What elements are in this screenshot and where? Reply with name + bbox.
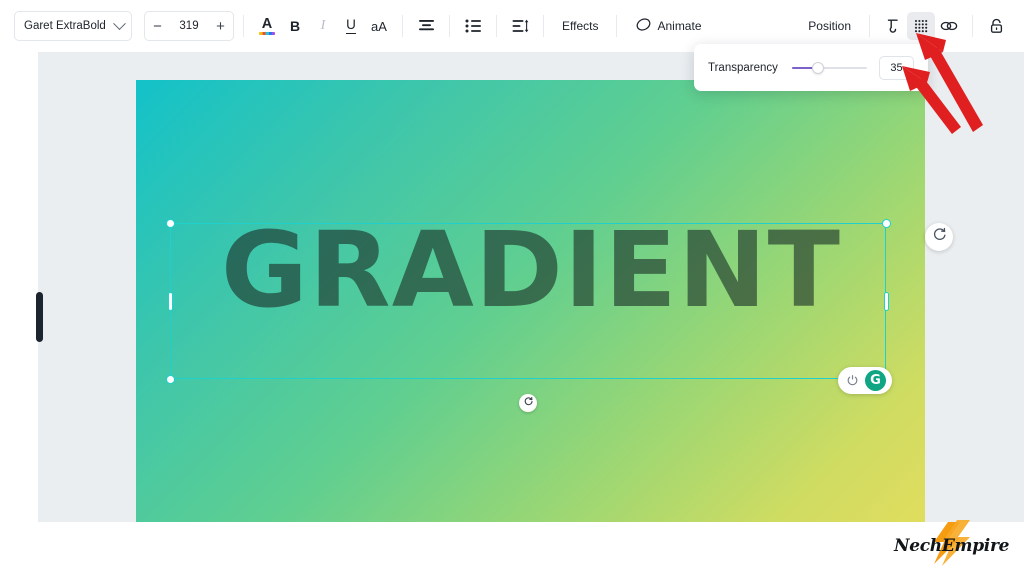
lock-icon xyxy=(989,18,1004,34)
position-button[interactable]: Position xyxy=(799,11,860,41)
text-color-letter: A xyxy=(261,16,273,33)
text-color-button[interactable]: A xyxy=(253,12,281,40)
canva-editor-window: Garet ExtraBold − 319 + A B I U aA Effec… xyxy=(0,0,1024,576)
line-spacing-icon xyxy=(512,19,529,33)
toolbar-left-group: Garet ExtraBold − 319 + A B I U aA Effec… xyxy=(14,11,712,41)
panel-collapse-handle[interactable] xyxy=(36,292,43,342)
move-handle-icon xyxy=(523,394,534,412)
underline-button[interactable]: U xyxy=(337,12,365,40)
transparency-slider[interactable] xyxy=(791,60,867,76)
animate-label: Animate xyxy=(657,19,702,33)
watermark: NechEmpire xyxy=(890,520,1020,572)
animate-button[interactable]: Animate xyxy=(626,11,711,41)
toolbar-divider xyxy=(402,15,403,37)
font-size-increase-button[interactable]: + xyxy=(208,12,233,40)
effects-button[interactable]: Effects xyxy=(553,11,607,41)
align-center-icon xyxy=(418,19,435,33)
grammarly-logo[interactable]: G xyxy=(865,370,886,391)
line-spacing-button[interactable] xyxy=(506,12,534,40)
font-family-value: Garet ExtraBold xyxy=(24,20,106,32)
power-icon[interactable] xyxy=(842,371,862,391)
canvas-text-element[interactable]: GRADIENT xyxy=(163,218,899,322)
font-size-input[interactable]: 319 xyxy=(170,20,208,32)
toolbar-right-group: Position xyxy=(799,11,1010,41)
link-button[interactable] xyxy=(935,12,963,40)
resize-handle-bottom-left[interactable] xyxy=(166,375,175,384)
case-label: aA xyxy=(371,18,387,34)
slider-thumb[interactable] xyxy=(812,61,825,74)
bold-button[interactable]: B xyxy=(281,12,309,40)
bold-label: B xyxy=(289,18,301,34)
underline-label: U xyxy=(346,17,356,35)
rotate-icon xyxy=(932,227,947,247)
toolbar-divider xyxy=(616,15,618,37)
italic-label: I xyxy=(320,18,326,33)
toolbar-divider xyxy=(243,15,244,37)
watermark-text: NechEmpire xyxy=(894,536,1010,556)
resize-handle-left[interactable] xyxy=(168,292,173,311)
transparency-button[interactable] xyxy=(907,12,935,40)
toolbar-divider xyxy=(543,15,544,37)
toolbar-divider xyxy=(972,15,973,37)
font-family-select[interactable]: Garet ExtraBold xyxy=(14,11,132,41)
resize-handle-top-left[interactable] xyxy=(166,219,175,228)
transparency-value-input[interactable]: 35 xyxy=(879,55,914,80)
copy-style-button[interactable] xyxy=(879,12,907,40)
copy-style-icon xyxy=(885,18,901,34)
animate-icon xyxy=(636,17,651,35)
transparency-label: Transparency xyxy=(708,61,778,74)
font-size-decrease-button[interactable]: − xyxy=(145,12,170,40)
font-size-stepper[interactable]: − 319 + xyxy=(144,11,234,41)
transparency-icon xyxy=(914,19,929,34)
resize-handle-top-right[interactable] xyxy=(882,219,891,228)
lock-button[interactable] xyxy=(982,12,1010,40)
italic-button[interactable]: I xyxy=(309,12,337,40)
move-handle-button[interactable] xyxy=(519,394,537,412)
bullet-list-button[interactable] xyxy=(459,12,487,40)
transparency-popup: Transparency 35 xyxy=(694,44,928,91)
link-icon xyxy=(940,19,958,33)
design-canvas[interactable]: GRADIENT xyxy=(136,80,925,522)
toolbar-divider xyxy=(449,15,450,37)
chevron-down-icon xyxy=(113,16,126,30)
bullet-list-icon xyxy=(465,19,482,33)
toolbar-divider xyxy=(869,15,870,37)
letter-case-button[interactable]: aA xyxy=(365,12,393,40)
rotate-button[interactable] xyxy=(925,223,953,251)
text-color-icon xyxy=(259,31,275,35)
left-panel-strip xyxy=(0,52,38,522)
toolbar-divider xyxy=(496,15,497,37)
resize-handle-right[interactable] xyxy=(884,292,889,311)
align-center-button[interactable] xyxy=(412,12,440,40)
grammarly-widget[interactable]: G xyxy=(838,367,892,394)
